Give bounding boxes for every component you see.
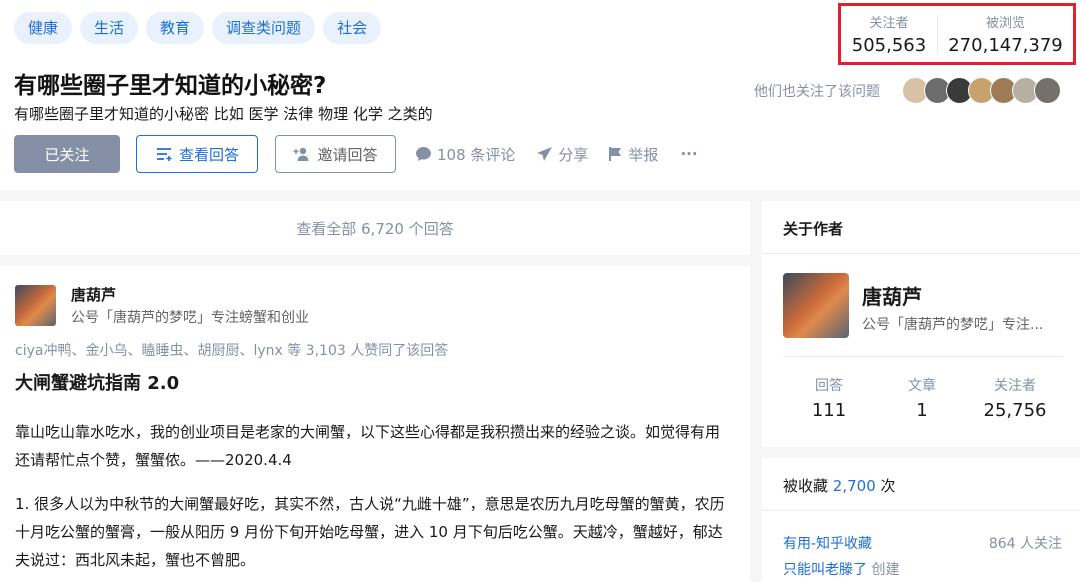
collected-prefix: 被收藏 bbox=[783, 477, 829, 495]
author-followers-value: 25,756 bbox=[983, 400, 1047, 421]
question-title: 有哪些圈子里才知道的小秘密? bbox=[14, 73, 327, 99]
question-description: 有哪些圈子里才知道的小秘密 比如 医学 法律 物理 化学 之类的 bbox=[14, 105, 433, 123]
comments-label: 108 条评论 bbox=[437, 145, 516, 164]
topic-tag-education[interactable]: 教育 bbox=[146, 12, 205, 44]
followers-stat-value: 505,563 bbox=[851, 35, 927, 56]
collected-suffix: 次 bbox=[880, 477, 896, 495]
also-follow-text: 他们也关注了该问题 bbox=[754, 84, 880, 100]
author-answers-value: 111 bbox=[811, 400, 847, 421]
report-button[interactable]: 举报 bbox=[608, 144, 658, 165]
follower-avatars bbox=[902, 77, 1061, 104]
topic-tag-health[interactable]: 健康 bbox=[14, 12, 73, 44]
question-header: 健康 生活 教育 调查类问题 社会 有哪些圈子里才知道的小秘密? 有哪些圈子里才… bbox=[0, 0, 1080, 190]
author-card-bio: 公号「唐葫芦的梦呓」专注... bbox=[862, 317, 1044, 333]
list-icon bbox=[156, 148, 172, 161]
author-avatar[interactable] bbox=[15, 285, 56, 326]
add-user-icon bbox=[293, 147, 309, 161]
answer-card: 唐葫芦 公号「唐葫芦的梦呓」专注螃蟹和创业 ciya冲鸭、金小乌、瞌睡虫、胡厨厨… bbox=[0, 266, 750, 582]
collection-creator: 只能叫老滕了 创建 bbox=[783, 559, 899, 579]
question-stats: 关注者 505,563 被浏览 270,147,379 bbox=[838, 3, 1076, 65]
view-answers-button[interactable]: 查看回答 bbox=[136, 135, 258, 173]
followed-button[interactable]: 已关注 bbox=[14, 135, 120, 173]
share-label: 分享 bbox=[558, 145, 589, 164]
collected-summary: 被收藏 2,700 次 bbox=[783, 475, 896, 496]
author-articles-label: 文章 bbox=[908, 378, 936, 394]
comments-button[interactable]: 108 条评论 bbox=[415, 144, 515, 165]
divider bbox=[783, 356, 1063, 357]
share-button[interactable]: 分享 bbox=[536, 144, 588, 165]
answer-paragraph: 1. 很多人以为中秋节的大闸蟹最好吃，其实不然，古人说“九雌十雄”，意思是农历九… bbox=[15, 495, 725, 569]
creator-suffix: 创建 bbox=[871, 562, 900, 578]
more-options-button[interactable]: ··· bbox=[680, 145, 697, 163]
topic-tags: 健康 生活 教育 调查类问题 社会 bbox=[14, 12, 382, 44]
creator-link[interactable]: 只能叫老滕了 bbox=[783, 562, 867, 578]
view-all-answers-bar[interactable]: 查看全部 6,720 个回答 bbox=[0, 201, 750, 255]
share-icon bbox=[537, 147, 553, 161]
report-label: 举报 bbox=[628, 145, 659, 164]
followed-label: 已关注 bbox=[44, 145, 90, 164]
collected-card: 被收藏 2,700 次 有用-知乎收藏 864 人关注 只能叫老滕了 创建 bbox=[762, 458, 1080, 582]
author-card-avatar[interactable] bbox=[783, 273, 849, 338]
topic-tag-survey[interactable]: 调查类问题 bbox=[212, 12, 316, 44]
answer-heading: 大闸蟹避坑指南 2.0 bbox=[15, 373, 180, 394]
followers-stat-label: 关注者 bbox=[869, 16, 909, 31]
question-actions: 已关注 查看回答 邀请回答 108 条评论 分享 举报 ··· bbox=[14, 135, 698, 173]
flag-icon bbox=[609, 147, 622, 161]
views-stat: 被浏览 270,147,379 bbox=[938, 6, 1073, 62]
author-bio: 公号「唐葫芦的梦呓」专注螃蟹和创业 bbox=[71, 310, 309, 326]
collected-count[interactable]: 2,700 bbox=[833, 477, 876, 495]
comment-icon bbox=[416, 147, 431, 161]
view-all-answers-label: 查看全部 6,720 个回答 bbox=[296, 219, 454, 238]
topic-tag-life[interactable]: 生活 bbox=[80, 12, 139, 44]
voters-text: ciya冲鸭、金小乌、瞌睡虫、胡厨厨、lynx 等 3,103 人赞同了该回答 bbox=[15, 343, 449, 359]
author-followers-stat[interactable]: 关注者 25,756 bbox=[975, 375, 1055, 421]
divider bbox=[762, 510, 1080, 511]
views-stat-value: 270,147,379 bbox=[948, 35, 1063, 56]
divider bbox=[762, 253, 1080, 254]
invite-answer-button[interactable]: 邀请回答 bbox=[275, 135, 396, 173]
avatar[interactable] bbox=[1034, 77, 1061, 104]
topic-tag-society[interactable]: 社会 bbox=[323, 12, 382, 44]
more-icon: ··· bbox=[680, 145, 698, 163]
collection-link[interactable]: 有用-知乎收藏 bbox=[783, 533, 872, 553]
about-author-card: 关于作者 唐葫芦 公号「唐葫芦的梦呓」专注... 回答 111 文章 1 关注者… bbox=[762, 201, 1080, 447]
author-articles-stat[interactable]: 文章 1 bbox=[892, 375, 952, 421]
about-author-title: 关于作者 bbox=[783, 220, 844, 238]
views-stat-label: 被浏览 bbox=[985, 16, 1025, 31]
author-card-name[interactable]: 唐葫芦 bbox=[862, 281, 922, 310]
followers-stat: 关注者 505,563 bbox=[841, 6, 937, 62]
author-answers-label: 回答 bbox=[815, 378, 843, 394]
collection-followers: 864 人关注 bbox=[988, 536, 1062, 552]
author-articles-value: 1 bbox=[916, 400, 928, 421]
author-name[interactable]: 唐葫芦 bbox=[71, 284, 116, 305]
invite-answer-label: 邀请回答 bbox=[317, 145, 378, 164]
view-answers-label: 查看回答 bbox=[178, 145, 239, 164]
author-answers-stat[interactable]: 回答 111 bbox=[799, 375, 859, 421]
author-followers-label: 关注者 bbox=[994, 378, 1036, 394]
answer-paragraph: 靠山吃山靠水吃水，我的创业项目是老家的大闸蟹，以下这些心得都是我积攒出来的经验之… bbox=[15, 423, 721, 469]
